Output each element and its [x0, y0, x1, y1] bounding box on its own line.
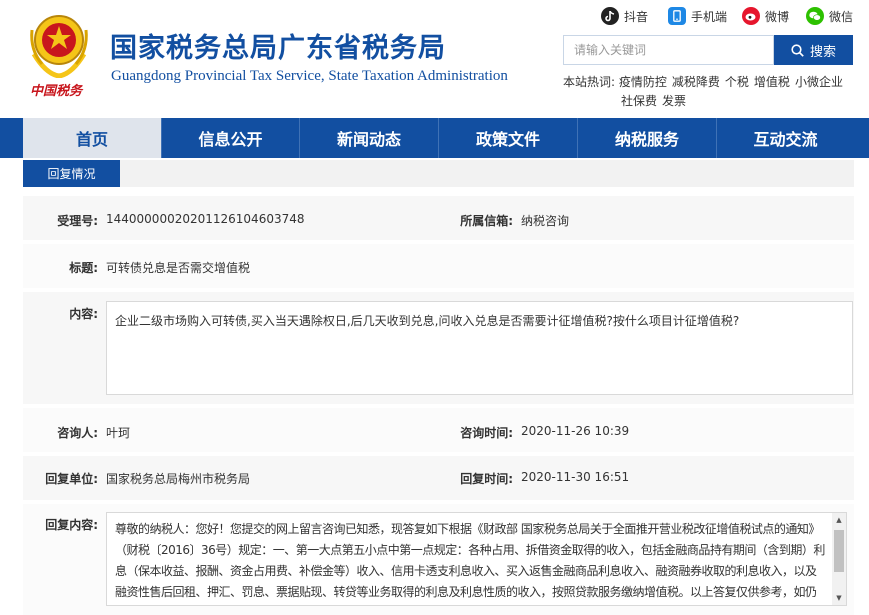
reply-line: （财税〔2016〕36号）规定：一、第一大点第五小点中第一点规定：各种占用、拆借… — [115, 543, 825, 557]
nav-item-info-disclosure[interactable]: 信息公开 — [162, 118, 299, 158]
form-row-bg — [23, 408, 854, 452]
douyin-icon — [601, 7, 619, 25]
reply-content-box[interactable]: 尊敬的纳税人：您好！您提交的网上留言咨询已知悉，现答复如下根据《财政部 国家税务… — [106, 512, 847, 606]
nav-item-home[interactable]: 首页 — [23, 118, 161, 158]
title-label: 标题: — [69, 261, 98, 275]
reply-line: 尊敬的纳税人：您好！您提交的网上留言咨询已知悉，现答复如下根据《财政部 国家税务… — [115, 522, 820, 536]
reply-time-value: 2020-11-30 16:51 — [521, 470, 630, 484]
asker-label: 咨询人: — [57, 426, 98, 440]
site-title[interactable]: 国家税务总局广东省税务局 — [110, 26, 446, 65]
search-input[interactable] — [563, 35, 774, 65]
hot-keywords: 本站热词: 疫情防控 减税降费 个税 增值税 小微企业社保费 发票 — [563, 73, 858, 111]
reply-scrollbar[interactable]: ▲ ▼ — [832, 513, 846, 605]
title-value: 可转债兑息是否需交增值税 — [106, 261, 251, 275]
nav-item-interaction[interactable]: 互动交流 — [717, 118, 854, 158]
reply-line: 融资性售后回租、押汇、罚息、票据贴现、转贷等业务取得的利息及利息性质的收入，按照… — [115, 585, 817, 599]
logo-slogan: 中国税务 — [30, 84, 83, 99]
accept-no-label: 受理号: — [57, 214, 98, 228]
nav-item-policy[interactable]: 政策文件 — [439, 118, 577, 158]
reply-unit-label: 回复单位: — [45, 472, 98, 486]
weibo-icon — [742, 7, 760, 25]
hot-keyword[interactable]: 增值税 — [754, 75, 790, 89]
douyin-label: 抖音 — [624, 9, 649, 24]
tab-reply-status[interactable]: 回复情况 — [23, 160, 120, 187]
nav-item-news[interactable]: 新闻动态 — [300, 118, 438, 158]
wechat-link[interactable]: 微信 — [806, 7, 853, 25]
asker-value: 叶珂 — [106, 426, 131, 440]
reply-unit-value: 国家税务总局梅州市税务局 — [106, 472, 251, 486]
sub-tab-bar — [23, 160, 854, 187]
content-label: 内容: — [69, 307, 98, 321]
mailbox-value: 纳税咨询 — [521, 214, 570, 228]
mobile-link[interactable]: 手机端 — [668, 7, 727, 25]
mobile-label: 手机端 — [691, 9, 728, 24]
scroll-up-arrow-icon[interactable]: ▲ — [832, 513, 846, 527]
reply-content-label: 回复内容: — [45, 518, 98, 532]
site-title-english: Guangdong Provincial Tax Service, State … — [111, 68, 508, 84]
mailbox-label: 所属信箱: — [460, 214, 513, 228]
reply-time-label: 回复时间: — [460, 472, 513, 486]
hot-keyword[interactable]: 社保费 — [621, 94, 657, 108]
hot-keyword[interactable]: 发票 — [662, 94, 686, 108]
hot-keyword[interactable]: 个税 — [725, 75, 749, 89]
content-textarea[interactable]: 企业二级市场购入可转债,买入当天遇除权日,后几天收到兑息,问收入兑息是否需要计征… — [106, 301, 853, 395]
weibo-link[interactable]: 微博 — [742, 7, 789, 25]
tax-emblem-logo[interactable] — [26, 10, 92, 79]
wechat-icon — [806, 7, 824, 25]
wechat-label: 微信 — [829, 9, 854, 24]
mobile-icon — [668, 7, 686, 25]
search-button[interactable]: 搜索 — [774, 35, 853, 65]
ask-time-value: 2020-11-26 10:39 — [521, 424, 630, 438]
scroll-thumb[interactable] — [834, 530, 844, 572]
accept-no-value: 144000000202011261046037​48 — [106, 212, 305, 226]
douyin-link[interactable]: 抖音 — [601, 7, 648, 25]
reply-line: 息（保本收益、报酬、资金占用费、补偿金等）收入、信用卡透支利息收入、买入返售金融… — [115, 564, 817, 578]
ask-time-label: 咨询时间: — [460, 426, 513, 440]
search-icon — [791, 43, 804, 57]
main-nav: 首页 信息公开 新闻动态 政策文件 纳税服务 互动交流 — [0, 118, 869, 158]
hot-keyword[interactable]: 疫情防控 — [619, 75, 667, 89]
hot-keyword[interactable]: 减税降费 — [672, 75, 720, 89]
hot-keywords-label: 本站热词: — [563, 75, 616, 89]
nav-item-tax-service[interactable]: 纳税服务 — [578, 118, 716, 158]
search-button-label: 搜索 — [809, 44, 836, 60]
scroll-down-arrow-icon[interactable]: ▼ — [832, 591, 846, 605]
hot-keyword[interactable]: 小微企业 — [795, 75, 843, 89]
weibo-label: 微博 — [765, 9, 790, 24]
